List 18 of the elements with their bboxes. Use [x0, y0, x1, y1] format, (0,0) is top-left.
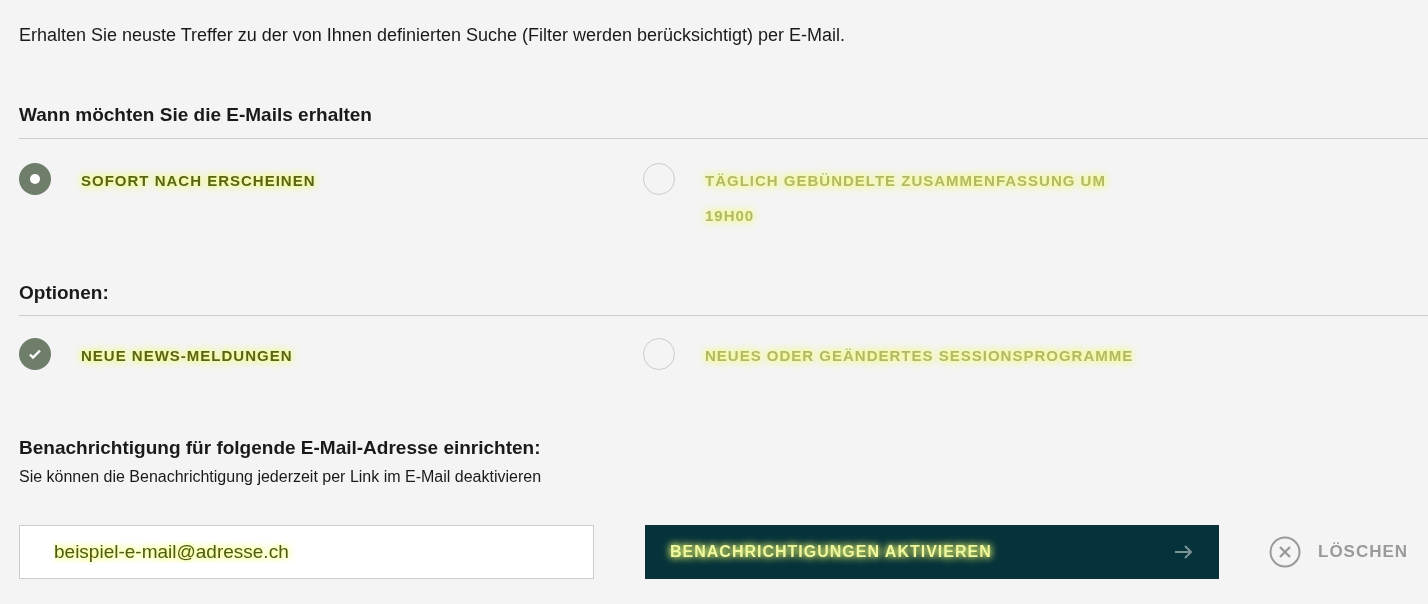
option-label: NEUE NEWS-MELDUNGEN: [81, 346, 294, 366]
option-label: NEUES ODER GEÄNDERTES SESSIONSPROGRAMME: [705, 346, 1135, 366]
arrow-icon: [1174, 543, 1194, 560]
radio-button[interactable]: [643, 162, 675, 195]
option-label: SOFORT NACH ERSCHEINEN: [81, 170, 317, 191]
check-icon: [28, 347, 42, 361]
radio-button[interactable]: [19, 162, 51, 195]
intro-text: Erhalten Sie neuste Treffer zu der von Ihnen definierten Suche (Filter werden berücksichtigt) per E-Mail.: [19, 24, 847, 47]
checkbox[interactable]: [643, 338, 675, 370]
checkbox[interactable]: [19, 338, 51, 370]
email-field[interactable]: beispiel-e-mail@adresse.ch: [19, 524, 594, 579]
option-label: TÄGLICH GEBÜNDELTE ZUSAMMENFASSUNG UM 19H00: [705, 170, 1107, 226]
section-heading: Benachrichtigung für folgende E-Mail-Adresse einrichten:: [19, 436, 542, 460]
section-heading: Wann möchten Sie die E-Mails erhalten: [19, 101, 1428, 139]
close-icon: [1269, 535, 1301, 568]
section-heading: Optionen:: [19, 278, 1428, 316]
activate-button[interactable]: BENACHRICHTIGUNGEN AKTIVIEREN: [645, 524, 1219, 579]
hint-text: Sie können die Benachrichtigung jederzeit per Link im E-Mail deaktivieren: [19, 466, 543, 487]
